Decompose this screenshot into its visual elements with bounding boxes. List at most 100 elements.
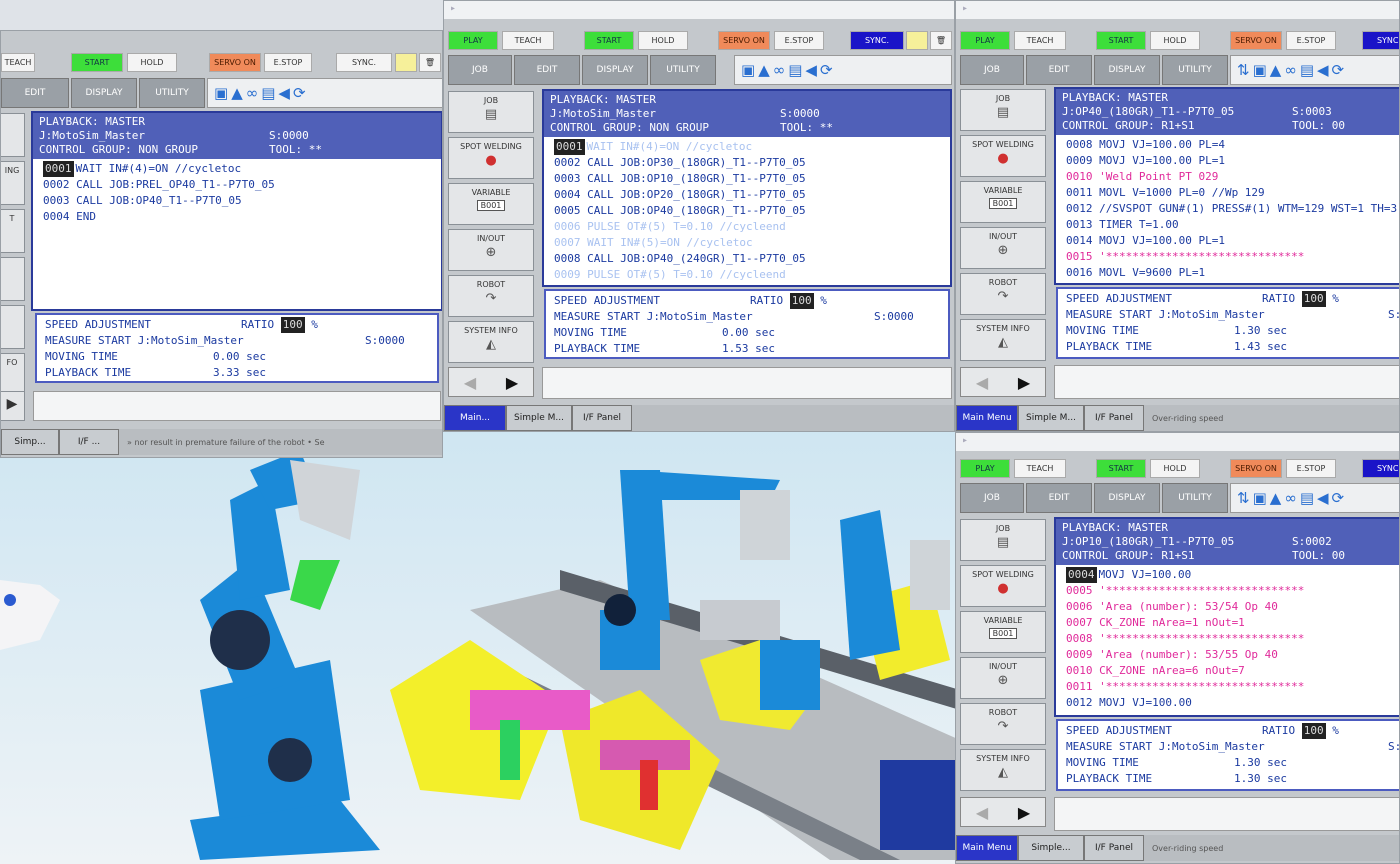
job-line[interactable]: 0002 CALL JOB:PREL_OP40_T1--P7T0_05 [43, 177, 431, 193]
job-line[interactable]: 0008 '****************************** [1066, 631, 1392, 647]
sync-icon[interactable]: ⟳ [293, 84, 306, 102]
page-arrows[interactable]: ◀ ▶ [448, 367, 534, 397]
trash-icon[interactable]: 🗑 [930, 31, 952, 50]
toolbar-icons[interactable]: ▣ ▲ ∞ ▤ ◀ ⟳ [207, 78, 442, 108]
teach-switch[interactable]: TEACH [1014, 31, 1066, 50]
job-line[interactable]: 0003 CALL JOB:OP10_(180GR)_T1--P7T0_05 [554, 171, 940, 187]
next-icon[interactable]: ▶ [506, 373, 518, 392]
servo-on-button[interactable]: SERVO ON [718, 31, 770, 50]
page-arrows[interactable]: ◀ ▶ [960, 797, 1046, 827]
utility-menu[interactable]: UTILITY [139, 78, 205, 108]
sync-icon[interactable]: ⟳ [820, 61, 833, 79]
play-switch[interactable]: PLAY [448, 31, 498, 50]
back-icon[interactable]: ◀ [1317, 489, 1329, 507]
hold-button[interactable]: HOLD [127, 53, 177, 72]
job-line[interactable]: 0002 CALL JOB:OP30_(180GR)_T1--P7T0_05 [554, 155, 940, 171]
start-button[interactable]: START [71, 53, 123, 72]
info-icon[interactable]: ▣ [741, 61, 755, 79]
side-variable[interactable]: VARIABLE B001 [960, 181, 1046, 223]
job-line[interactable]: 0012 //SVSPOT GUN#(1) PRESS#(1) WTM=129 … [1066, 201, 1399, 217]
input-line[interactable] [542, 367, 952, 399]
start-button[interactable]: START [584, 31, 634, 50]
servo-on-button[interactable]: SERVO ON [1230, 459, 1282, 478]
job-line[interactable]: 0004 END [43, 209, 431, 225]
toolbar-icons[interactable]: ⇅ ▣ ▲ ∞ ▤ ◀ ⟳ [1230, 55, 1399, 85]
tab-if-panel[interactable]: I/F ... [59, 429, 119, 455]
display-menu[interactable]: DISPLAY [1094, 55, 1160, 85]
job-line[interactable]: 0009 MOVJ VJ=100.00 PL=1 [1066, 153, 1392, 169]
job-line[interactable]: 0014 MOVJ VJ=100.00 PL=1 [1066, 233, 1392, 249]
side-job[interactable]: JOB ▤ [960, 519, 1046, 561]
info-icon[interactable]: ▣ [1253, 61, 1267, 79]
side-variable[interactable]: VARIABLE B001 [448, 183, 534, 225]
tab-main-menu[interactable]: Main Menu [956, 835, 1018, 861]
list-icon[interactable]: ▤ [788, 61, 802, 79]
job-line[interactable]: 0007 WAIT IN#(5)=ON //cycletoc [554, 235, 940, 251]
back-icon[interactable]: ◀ [805, 61, 817, 79]
toolbar-icons[interactable]: ▣ ▲ ∞ ▤ ◀ ⟳ [734, 55, 952, 85]
job-lines[interactable]: 0001 WAIT IN#(4)=ON //cycletoc 0002 CALL J… [544, 137, 950, 285]
sync-icon[interactable]: ⟳ [1332, 61, 1345, 79]
job-line[interactable]: 0009 'Area (number): 53/55 Op 40 [1066, 647, 1392, 663]
play-switch[interactable]: PLAY [960, 31, 1010, 50]
job-lines[interactable]: 0008 MOVJ VJ=100.00 PL=4 0009 MOVJ VJ=100… [1056, 135, 1399, 283]
teach-switch[interactable]: TEACH [1, 53, 35, 72]
job-line[interactable]: 0015 '****************************** [1066, 249, 1392, 265]
side-job[interactable]: JOB ▤ [960, 89, 1046, 131]
job-line[interactable]: 0012 MOVJ VJ=100.00 [1066, 695, 1392, 711]
next-icon[interactable]: ▶ [1018, 373, 1030, 392]
job-line[interactable]: 0011 MOVL V=1000 PL=0 //Wp 129 [1066, 185, 1392, 201]
side-robot[interactable]: ROBOT ↷ [448, 275, 534, 317]
teach-switch[interactable]: TEACH [1014, 459, 1066, 478]
graph-icon[interactable]: ▲ [758, 61, 770, 79]
back-icon[interactable]: ◀ [278, 84, 290, 102]
tab-if-panel[interactable]: I/F Panel [1084, 405, 1144, 431]
page-arrows[interactable]: ◀ ▶ [960, 367, 1046, 397]
job-line[interactable]: 0008 CALL JOB:OP40_(240GR)_T1--P7T0_05 [554, 251, 940, 267]
servo-on-button[interactable]: SERVO ON [209, 53, 261, 72]
job-line[interactable]: 0011 '****************************** [1066, 679, 1392, 695]
job-line[interactable]: 0013 TIMER T=1.00 [1066, 217, 1392, 233]
job-line[interactable]: 0009 PULSE OT#(5) T=0.10 //cycleend [554, 267, 940, 283]
job-line[interactable]: 0004 MOVJ VJ=100.00 [1066, 567, 1392, 583]
tab-main-menu[interactable]: Main Menu [956, 405, 1018, 431]
utility-menu[interactable]: UTILITY [1162, 55, 1228, 85]
side-frag-2[interactable]: ING [1, 161, 25, 205]
estop-button[interactable]: E.STOP [774, 31, 824, 50]
prev-icon[interactable]: ◀ [464, 373, 476, 392]
list-icon[interactable]: ▤ [1300, 489, 1314, 507]
side-system-info[interactable]: SYSTEM INFO ◭ [960, 749, 1046, 791]
job-line[interactable]: 0001 WAIT IN#(4)=ON //cycletoc [554, 139, 940, 155]
side-frag-1[interactable] [1, 113, 25, 157]
edit-menu[interactable]: EDIT [1026, 55, 1092, 85]
side-variable[interactable]: VARIABLE B001 [960, 611, 1046, 653]
tab-simple[interactable]: Simp... [1, 429, 59, 455]
updown-icon[interactable]: ⇅ [1237, 489, 1250, 507]
job-line[interactable]: 0005 '****************************** [1066, 583, 1392, 599]
input-line[interactable] [1054, 797, 1399, 831]
job-line[interactable]: 0003 CALL JOB:OP40_T1--P7T0_05 [43, 193, 431, 209]
side-frag-5[interactable] [1, 305, 25, 349]
edit-menu[interactable]: EDIT [1, 78, 69, 108]
job-line[interactable]: 0004 CALL JOB:OP20_(180GR)_T1--P7T0_05 [554, 187, 940, 203]
job-line[interactable]: 0010 CK_ZONE nArea=6 nOut=7 [1066, 663, 1392, 679]
side-frag-3[interactable]: T [1, 209, 25, 253]
job-line[interactable]: 0016 MOVL V=9600 PL=1 [1066, 265, 1392, 281]
input-line[interactable] [33, 391, 441, 421]
servo-on-button[interactable]: SERVO ON [1230, 31, 1282, 50]
graph-icon[interactable]: ▲ [1270, 489, 1282, 507]
side-inout[interactable]: IN/OUT ⊕ [960, 227, 1046, 269]
estop-button[interactable]: E.STOP [1286, 459, 1336, 478]
side-spot-welding[interactable]: SPOT WELDING ● [960, 135, 1046, 177]
hold-button[interactable]: HOLD [1150, 459, 1200, 478]
job-menu[interactable]: JOB [960, 55, 1024, 85]
job-line[interactable]: 0006 'Area (number): 53/54 Op 40 [1066, 599, 1392, 615]
list-icon[interactable]: ▤ [1300, 61, 1314, 79]
display-menu[interactable]: DISPLAY [1094, 483, 1160, 513]
link-icon[interactable]: ∞ [773, 61, 786, 79]
trash-icon[interactable]: 🗑 [419, 53, 441, 72]
job-menu[interactable]: JOB [960, 483, 1024, 513]
teach-switch[interactable]: TEACH [502, 31, 554, 50]
side-robot[interactable]: ROBOT ↷ [960, 273, 1046, 315]
link-icon[interactable]: ∞ [1284, 489, 1297, 507]
